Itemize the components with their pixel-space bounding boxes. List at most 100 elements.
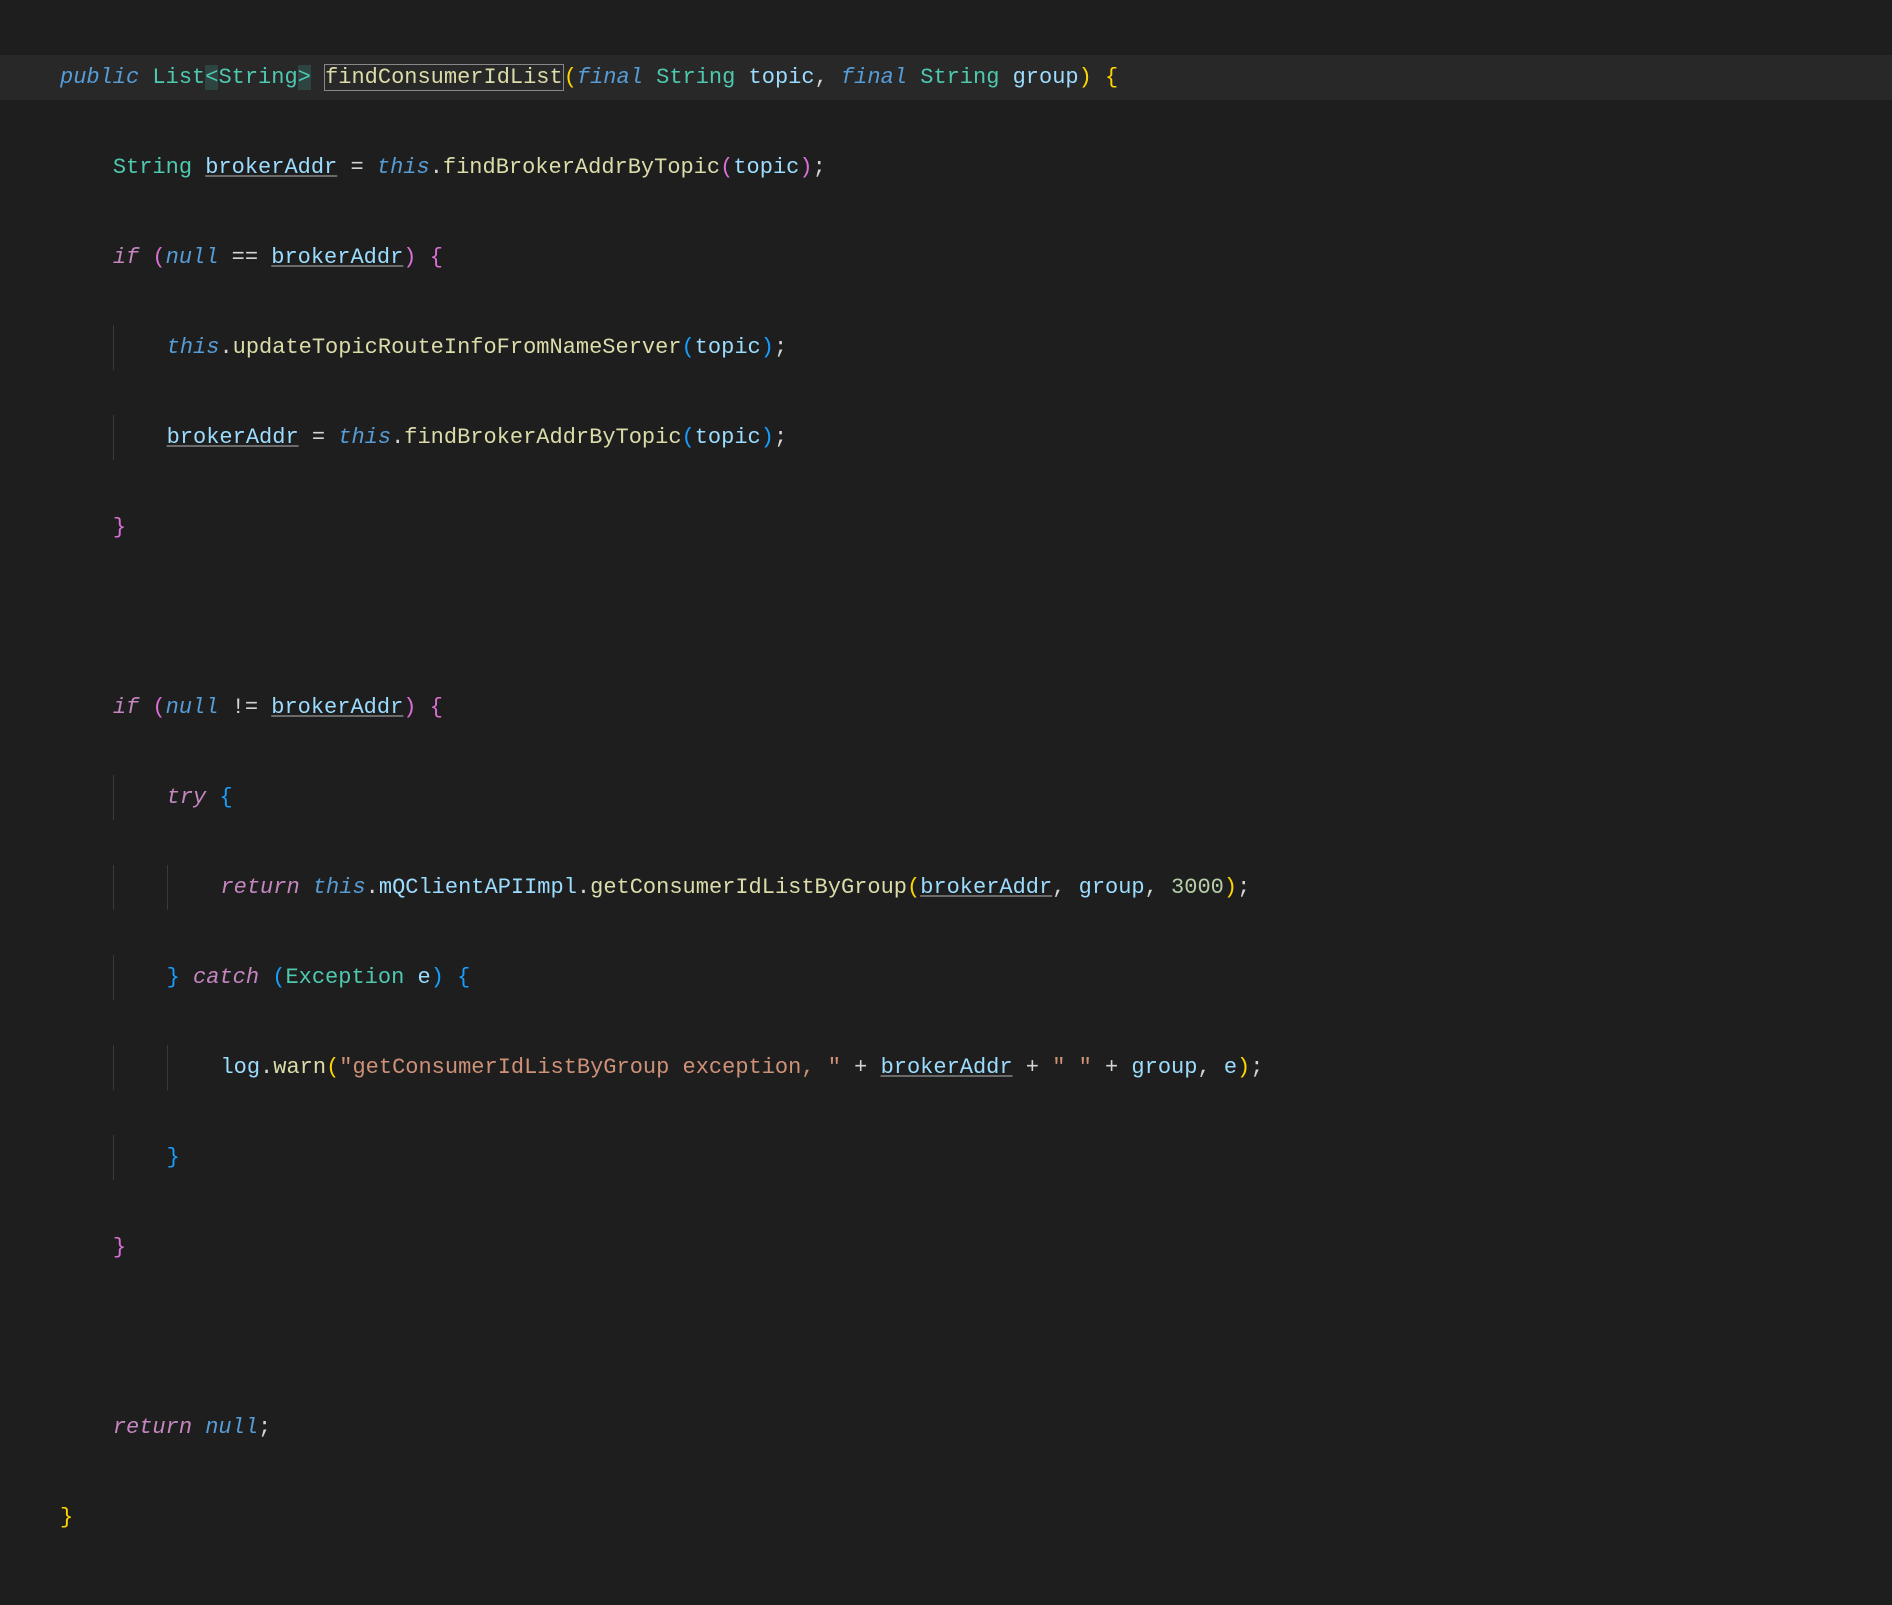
code-line[interactable]: try { — [0, 775, 1892, 820]
method-call: findBrokerAddrByTopic — [443, 155, 720, 180]
keyword-catch: catch — [193, 965, 259, 990]
arg-topic: topic — [695, 425, 761, 450]
op-plus: + — [1105, 1055, 1118, 1080]
paren-open: ( — [152, 695, 165, 720]
code-line[interactable]: return null; — [0, 1405, 1892, 1450]
paren-close: ) — [1079, 65, 1092, 90]
op-eq: == — [232, 245, 258, 270]
code-line[interactable]: } catch (Exception e) { — [0, 955, 1892, 1000]
paren-open: ( — [682, 425, 695, 450]
method-call: findBrokerAddrByTopic — [404, 425, 681, 450]
keyword-this: this — [167, 335, 220, 360]
var-e: e — [1224, 1055, 1237, 1080]
var-brokeraddr: brokerAddr — [881, 1055, 1013, 1080]
num-literal: 3000 — [1171, 875, 1224, 900]
paren-close: ) — [431, 965, 444, 990]
brace-close: } — [60, 1505, 73, 1530]
keyword-final: final — [577, 65, 643, 90]
keyword-if: if — [113, 245, 139, 270]
code-line[interactable]: } — [0, 505, 1892, 550]
type-string: String — [920, 65, 999, 90]
code-line[interactable]: brokerAddr = this.findBrokerAddrByTopic(… — [0, 415, 1892, 460]
keyword-try: try — [167, 785, 207, 810]
param-group: group — [1013, 65, 1079, 90]
indent-guide — [113, 1135, 114, 1180]
code-line[interactable]: return this.mQClientAPIImpl.getConsumerI… — [0, 865, 1892, 910]
code-line[interactable]: if (null == brokerAddr) { — [0, 235, 1892, 280]
indent-guide — [113, 865, 114, 910]
keyword-this: this — [313, 875, 366, 900]
code-editor[interactable]: public List<String> findConsumerIdList(f… — [0, 0, 1892, 1605]
brace-close: } — [167, 965, 180, 990]
op-neq: != — [232, 695, 258, 720]
code-line[interactable]: } — [0, 1495, 1892, 1540]
brace-open: { — [430, 245, 443, 270]
paren-open: ( — [907, 875, 920, 900]
op-plus: + — [854, 1055, 867, 1080]
dot: . — [577, 875, 590, 900]
semicolon: ; — [774, 335, 787, 360]
string-literal: " " — [1052, 1055, 1092, 1080]
op-plus: + — [1026, 1055, 1039, 1080]
brace-close: } — [113, 515, 126, 540]
code-line[interactable]: } — [0, 1225, 1892, 1270]
type-list: List — [152, 65, 205, 90]
var-brokeraddr: brokerAddr — [167, 425, 299, 450]
code-line[interactable]: } — [0, 1135, 1892, 1180]
paren-open: ( — [682, 335, 695, 360]
method-warn: warn — [273, 1055, 326, 1080]
prop-mqclient: mQClientAPIImpl — [379, 875, 577, 900]
paren-close: ) — [799, 155, 812, 180]
paren-close: ) — [761, 335, 774, 360]
dot: . — [391, 425, 404, 450]
code-line[interactable]: if (null != brokerAddr) { — [0, 685, 1892, 730]
paren-close: ) — [1237, 1055, 1250, 1080]
code-line-empty[interactable] — [0, 1315, 1892, 1360]
paren-close: ) — [761, 425, 774, 450]
op-assign: = — [350, 155, 363, 180]
code-line-empty[interactable] — [0, 595, 1892, 640]
keyword-this: this — [377, 155, 430, 180]
arg-topic: topic — [733, 155, 799, 180]
paren-open: ( — [564, 65, 577, 90]
var-e: e — [417, 965, 430, 990]
code-line[interactable]: log.warn("getConsumerIdListByGroup excep… — [0, 1045, 1892, 1090]
code-line[interactable]: String brokerAddr = this.findBrokerAddrB… — [0, 145, 1892, 190]
comma: , — [1197, 1055, 1210, 1080]
indent-guide — [167, 865, 168, 910]
type-string: String — [113, 155, 192, 180]
var-group: group — [1131, 1055, 1197, 1080]
paren-close: ) — [1224, 875, 1237, 900]
string-literal: "getConsumerIdListByGroup exception, " — [339, 1055, 841, 1080]
keyword-return: return — [220, 875, 299, 900]
method-call: getConsumerIdListByGroup — [590, 875, 907, 900]
dot: . — [366, 875, 379, 900]
comma: , — [815, 65, 828, 90]
paren-open: ( — [272, 965, 285, 990]
code-line[interactable]: public List<String> findConsumerIdList(f… — [0, 55, 1892, 100]
semicolon: ; — [813, 155, 826, 180]
keyword-null: null — [166, 695, 219, 720]
comma: , — [1052, 875, 1065, 900]
paren-close: ) — [403, 245, 416, 270]
paren-close: ) — [403, 695, 416, 720]
keyword-null: null — [205, 1415, 258, 1440]
param-topic: topic — [749, 65, 815, 90]
semicolon: ; — [774, 425, 787, 450]
op-assign: = — [312, 425, 325, 450]
brace-close: } — [113, 1235, 126, 1260]
indent-guide — [113, 955, 114, 1000]
angle-close: > — [298, 65, 311, 90]
brace-close: } — [167, 1145, 180, 1170]
indent-guide — [113, 1045, 114, 1090]
arg-group: group — [1079, 875, 1145, 900]
angle-open: < — [205, 65, 218, 90]
paren-open: ( — [152, 245, 165, 270]
keyword-return: return — [113, 1415, 192, 1440]
keyword-final: final — [841, 65, 907, 90]
paren-open: ( — [720, 155, 733, 180]
brace-open: { — [1105, 65, 1118, 90]
indent-guide — [113, 325, 114, 370]
indent-guide — [167, 1045, 168, 1090]
code-line[interactable]: this.updateTopicRouteInfoFromNameServer(… — [0, 325, 1892, 370]
